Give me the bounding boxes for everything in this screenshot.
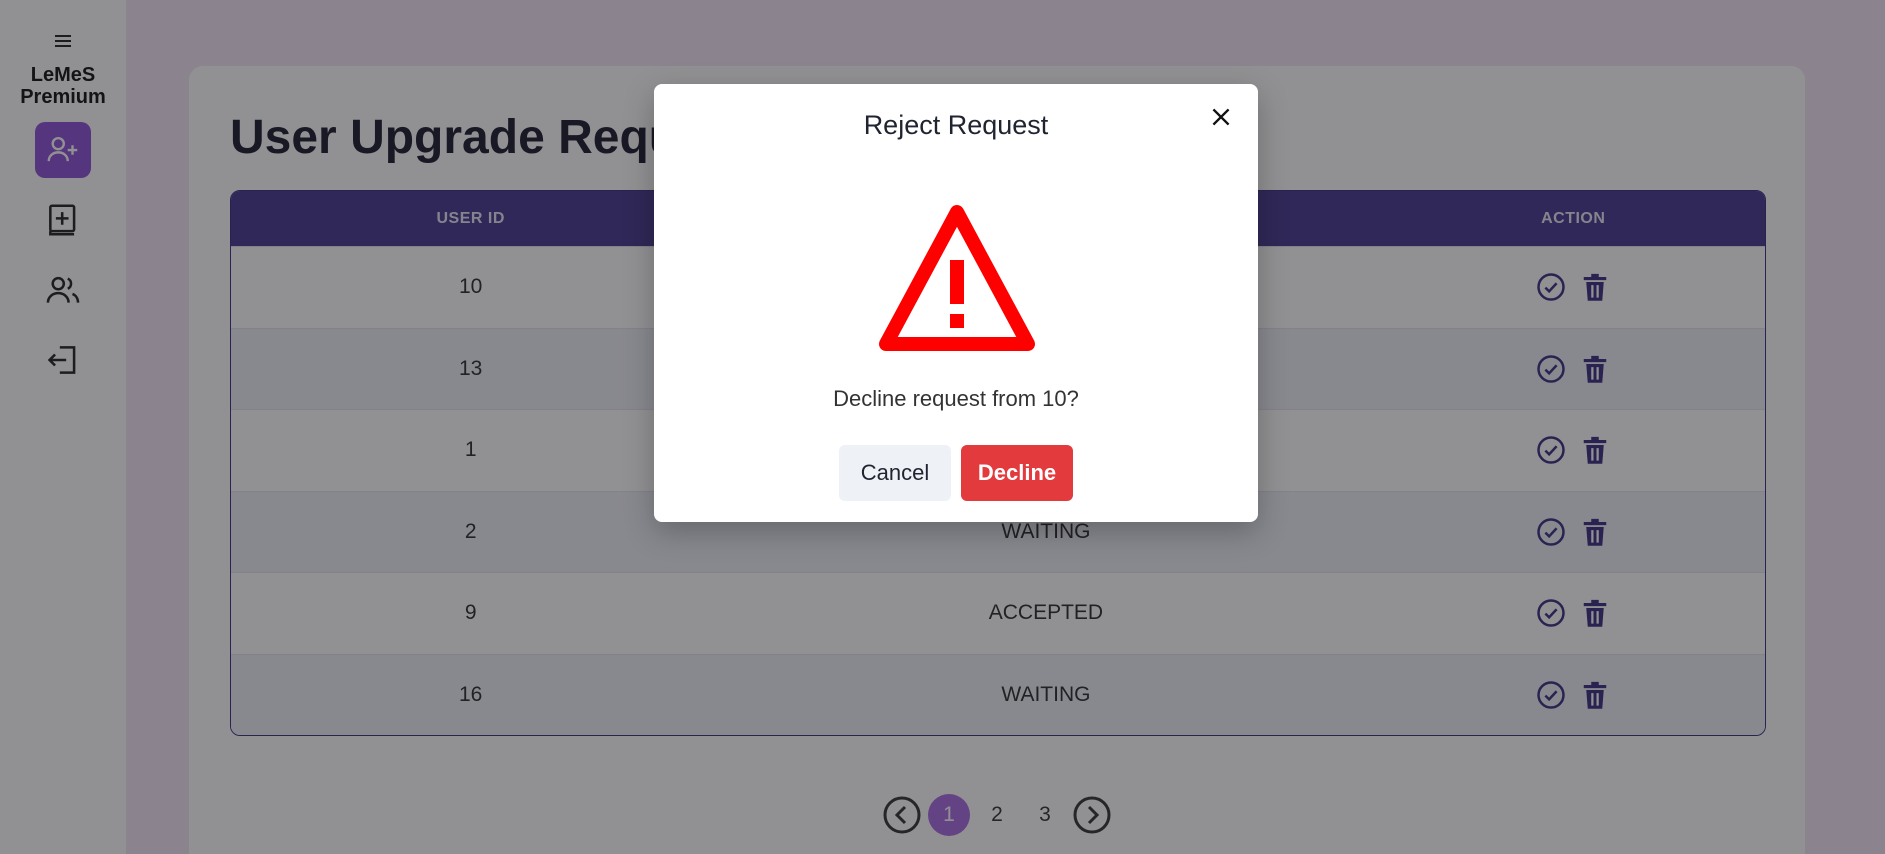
- modal-actions: Cancel Decline: [654, 445, 1258, 501]
- cancel-button[interactable]: Cancel: [839, 445, 951, 501]
- decline-button[interactable]: Decline: [961, 445, 1073, 501]
- modal-message: Decline request from 10?: [833, 386, 1079, 411]
- warning-triangle-icon: [879, 205, 1035, 351]
- modal-title: Reject Request: [863, 110, 1049, 140]
- reject-request-modal: Reject Request Decline request from 10? …: [654, 84, 1258, 522]
- close-icon[interactable]: [1208, 104, 1234, 130]
